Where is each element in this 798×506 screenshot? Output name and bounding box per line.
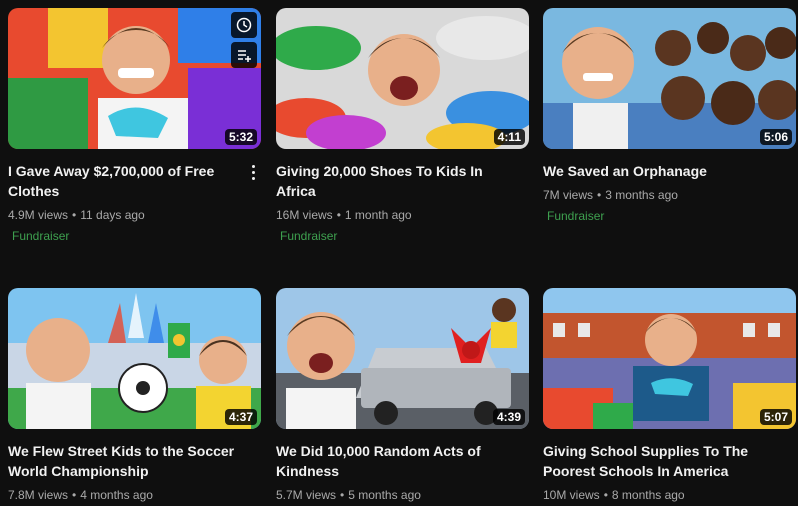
view-count: 5.7M views [276,488,337,502]
video-title[interactable]: We Flew Street Kids to the Soccer World … [8,441,236,481]
upload-age: 3 months ago [605,188,678,202]
upload-age: 1 month ago [344,208,412,222]
video-duration: 4:11 [493,129,525,145]
video-card[interactable]: 4:11 Giving 20,000 Shoes To Kids In Afri… [276,8,529,243]
more-options-icon[interactable] [245,162,261,182]
video-card[interactable]: 5:07 Giving School Supplies To The Poore… [543,288,796,503]
video-thumbnail[interactable]: 4:11 [276,8,529,149]
view-count: 10M views [543,488,600,502]
upload-age: 11 days ago [80,208,145,222]
video-duration: 5:06 [759,129,792,145]
fundraiser-badge: Fundraiser [547,209,605,223]
view-count: 16M views [276,208,333,222]
upload-age: 4 months ago [80,488,153,502]
video-meta: 7M views • 3 months ago [543,188,678,202]
upload-age: 5 months ago [348,488,421,502]
video-meta: 5.7M views • 5 months ago [276,488,421,502]
video-title[interactable]: Giving School Supplies To The Poorest Sc… [543,441,771,481]
add-to-queue-icon[interactable] [231,42,257,68]
video-title[interactable]: Giving 20,000 Shoes To Kids In Africa [276,161,504,201]
video-meta: 16M views • 1 month ago [276,208,412,222]
upload-age: 8 months ago [611,488,685,502]
video-meta: 10M views • 8 months ago [543,488,685,502]
video-card[interactable]: 4:37 We Flew Street Kids to the Soccer W… [8,288,261,503]
hover-actions [231,12,257,68]
video-thumbnail[interactable]: 5:07 [543,288,796,429]
video-title[interactable]: I Gave Away $2,700,000 of Free Clothes [8,161,236,201]
view-count: 4.9M views [8,208,69,222]
video-card[interactable]: 5:06 We Saved an Orphanage 7M views • 3 mo… [543,8,796,223]
fundraiser-badge: Fundraiser [12,229,70,243]
view-count: 7M views [543,188,594,202]
video-card[interactable]: 5:32 I Gave Away $2,700,000 of Free Clot… [8,8,261,243]
video-duration: 5:07 [759,409,792,425]
video-grid: 5:32 I Gave Away $2,700,000 of Free Clot… [0,0,798,506]
video-title[interactable]: We Saved an Orphanage [543,161,771,181]
video-title[interactable]: We Did 10,000 Random Acts of Kindness [276,441,504,481]
video-thumbnail[interactable]: 4:39 [276,288,529,429]
view-count: 7.8M views [8,488,69,502]
video-meta: 7.8M views • 4 months ago [8,488,153,502]
video-duration: 5:32 [224,129,257,145]
video-thumbnail[interactable]: 4:37 [8,288,261,429]
video-meta: 4.9M views • 11 days ago [8,208,145,222]
video-thumbnail[interactable]: 5:32 [8,8,261,149]
video-thumbnail[interactable]: 5:06 [543,8,796,149]
fundraiser-badge: Fundraiser [280,229,338,243]
video-duration: 4:37 [224,409,257,425]
video-card[interactable]: 4:39 We Did 10,000 Random Acts of Kindne… [276,288,529,503]
video-duration: 4:39 [492,409,525,425]
clock-icon[interactable] [231,12,257,38]
